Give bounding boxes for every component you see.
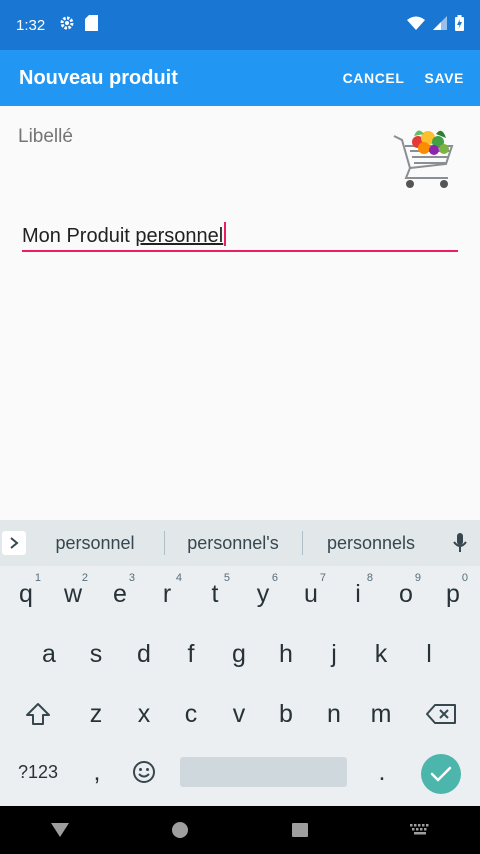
page-title: Nouveau produit — [19, 66, 178, 89]
microphone-icon[interactable] — [440, 533, 480, 553]
key-label: r — [162, 579, 172, 608]
input-text-prefix: Mon Produit — [22, 225, 136, 247]
field-label: Libellé — [18, 126, 73, 147]
key-l[interactable]: l — [405, 626, 453, 682]
key-o[interactable]: o9 — [382, 566, 430, 622]
key-b[interactable]: b — [262, 686, 310, 742]
comma-key[interactable]: , — [73, 744, 121, 800]
key-h[interactable]: h — [262, 626, 310, 682]
navigation-bar — [0, 806, 480, 854]
key-r[interactable]: r4 — [143, 566, 191, 622]
enter-check-icon[interactable] — [421, 754, 461, 794]
home-icon[interactable] — [156, 806, 204, 854]
key-s[interactable]: s — [72, 626, 120, 682]
key-label: q — [19, 579, 33, 608]
back-icon[interactable] — [36, 806, 84, 854]
key-label: i — [355, 579, 361, 608]
key-k[interactable]: k — [357, 626, 405, 682]
wifi-icon — [407, 16, 425, 34]
product-name-input[interactable]: Mon Produit personnel — [22, 218, 458, 252]
grocery-cart-image[interactable] — [388, 124, 460, 196]
key-hint: 0 — [461, 572, 468, 584]
key-g[interactable]: g — [215, 626, 263, 682]
key-hint: 7 — [319, 572, 326, 584]
product-name-value[interactable]: Mon Produit personnel — [22, 222, 227, 248]
key-row-2: a s d f g h j k l — [0, 626, 480, 682]
key-p[interactable]: p0 — [429, 566, 477, 622]
key-i[interactable]: i8 — [334, 566, 382, 622]
key-label: u — [304, 579, 318, 608]
key-d[interactable]: d — [120, 626, 168, 682]
suggestion-1[interactable]: personnel — [26, 533, 164, 554]
text-caret — [224, 222, 227, 246]
signal-icon — [433, 16, 447, 34]
gear-icon — [59, 15, 75, 35]
backspace-icon[interactable] — [417, 686, 465, 742]
key-hint: 8 — [366, 572, 373, 584]
key-label: o — [399, 579, 413, 608]
key-row-1: q1 w2 e3 r4 t5 y6 u7 i8 o9 p0 — [0, 566, 480, 622]
key-t[interactable]: t5 — [191, 566, 239, 622]
key-hint: 9 — [414, 572, 421, 584]
key-v[interactable]: v — [215, 686, 263, 742]
shift-icon[interactable] — [14, 686, 62, 742]
key-hint: 6 — [271, 572, 278, 584]
key-row-3: z x c v b n m — [0, 686, 480, 742]
suggestion-2[interactable]: personnel's — [164, 530, 302, 555]
recents-icon[interactable] — [276, 806, 324, 854]
key-hint: 3 — [128, 572, 135, 584]
key-u[interactable]: u7 — [287, 566, 335, 622]
key-hint: 5 — [223, 572, 230, 584]
key-label: p — [446, 579, 460, 608]
space-key[interactable] — [180, 757, 347, 787]
suggestion-3[interactable]: personnels — [302, 530, 440, 555]
key-j[interactable]: j — [310, 626, 358, 682]
key-label: e — [113, 579, 127, 608]
status-time: 1:32 — [16, 16, 46, 34]
key-w[interactable]: w2 — [49, 566, 97, 622]
key-y[interactable]: y6 — [239, 566, 287, 622]
key-n[interactable]: n — [310, 686, 358, 742]
symbols-key[interactable]: ?123 — [12, 744, 64, 800]
sd-card-icon — [85, 15, 99, 35]
key-c[interactable]: c — [167, 686, 215, 742]
key-x[interactable]: x — [120, 686, 168, 742]
keyboard-switch-icon[interactable] — [396, 806, 444, 854]
save-button[interactable]: SAVE — [425, 70, 465, 86]
key-hint: 2 — [81, 572, 88, 584]
key-label: t — [211, 579, 219, 608]
key-hint: 1 — [34, 572, 41, 584]
key-f[interactable]: f — [167, 626, 215, 682]
status-bar: 1:32 — [0, 0, 480, 50]
soft-keyboard: personnel personnel's personnels q1 w2 e… — [0, 520, 480, 806]
key-e[interactable]: e3 — [96, 566, 144, 622]
cancel-button[interactable]: CANCEL — [343, 70, 405, 86]
period-key[interactable]: . — [358, 744, 406, 800]
key-q[interactable]: q1 — [2, 566, 50, 622]
key-a[interactable]: a — [25, 626, 73, 682]
emoji-icon[interactable] — [120, 744, 168, 800]
key-m[interactable]: m — [357, 686, 405, 742]
app-bar: Nouveau produit CANCEL SAVE — [0, 50, 480, 106]
input-text-composing: personnel — [135, 225, 224, 247]
key-hint: 4 — [175, 572, 182, 584]
key-z[interactable]: z — [72, 686, 120, 742]
chevron-right-icon[interactable] — [2, 531, 26, 555]
form-content: Libellé Mon Produit personnel — [0, 106, 480, 520]
key-label: w — [63, 579, 83, 608]
suggestion-strip: personnel personnel's personnels — [0, 520, 480, 566]
key-label: y — [256, 579, 270, 608]
battery-charging-icon — [455, 15, 464, 35]
